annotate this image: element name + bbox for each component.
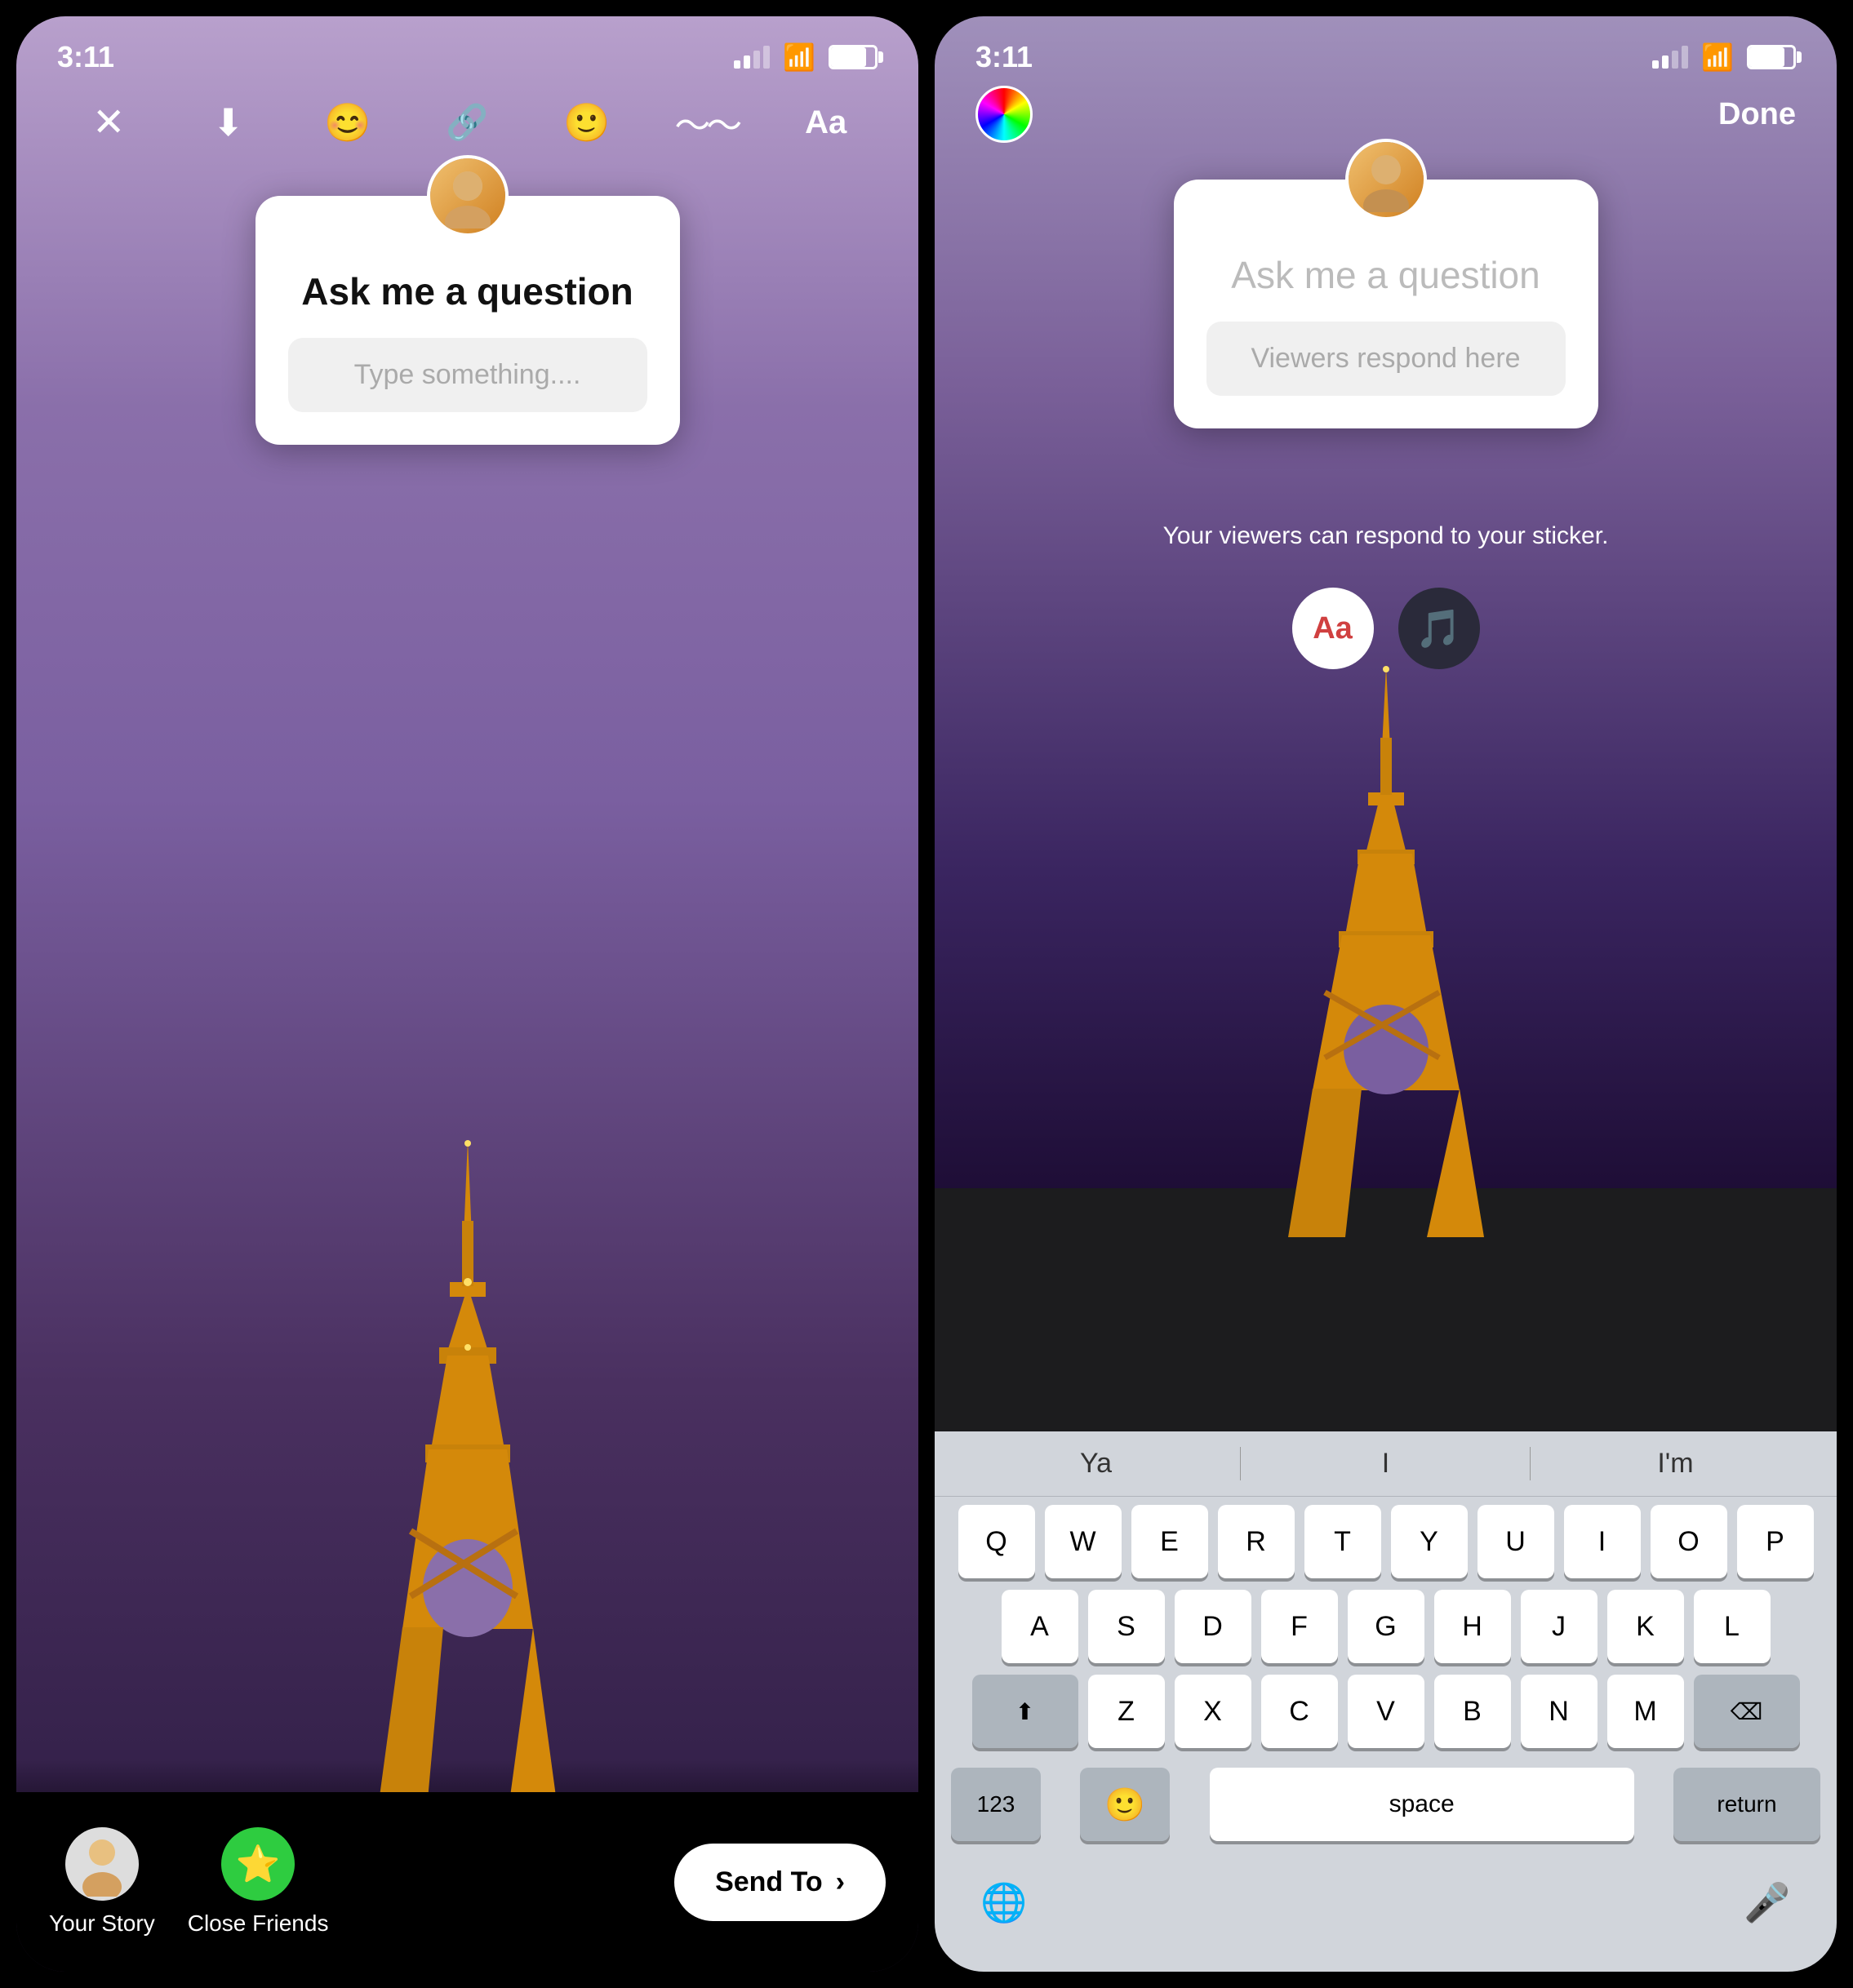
key-M[interactable]: M — [1607, 1675, 1684, 1748]
status-icons-left: 📶 — [734, 42, 878, 73]
key-L[interactable]: L — [1694, 1590, 1771, 1663]
autocomplete-word-2[interactable]: I — [1241, 1440, 1531, 1488]
key-Y[interactable]: Y — [1391, 1505, 1468, 1578]
text-style-button[interactable]: Aa — [1292, 588, 1374, 669]
emoji-add-button[interactable]: 😊 — [318, 93, 377, 152]
autocomplete-word-1[interactable]: Ya — [951, 1440, 1241, 1488]
close-button[interactable]: ✕ — [79, 93, 138, 152]
toolbar-right: Done — [935, 73, 1837, 155]
close-friends-icon: ⭐ — [221, 1827, 295, 1901]
wifi-icon-right: 📶 — [1701, 42, 1734, 73]
music-icon: 🎵 — [1415, 606, 1462, 651]
key-B[interactable]: B — [1434, 1675, 1511, 1748]
key-E[interactable]: E — [1131, 1505, 1208, 1578]
done-button[interactable]: Done — [1718, 97, 1796, 132]
keyboard: Ya I I'm Q W E R T Y U I O P — [935, 1431, 1837, 1972]
question-input-field[interactable]: Type something.... — [288, 338, 647, 412]
key-Q[interactable]: Q — [958, 1505, 1035, 1578]
key-row-3: ⬆ Z X C V B N M ⌫ — [941, 1675, 1830, 1748]
key-N[interactable]: N — [1521, 1675, 1597, 1748]
shift-key[interactable]: ⬆ — [972, 1675, 1078, 1748]
question-title: Ask me a question — [288, 269, 647, 313]
close-friends-label: Close Friends — [188, 1910, 329, 1937]
key-K[interactable]: K — [1607, 1590, 1684, 1663]
question-title-right: Ask me a question — [1206, 253, 1566, 297]
key-row-1: Q W E R T Y U I O P — [941, 1505, 1830, 1578]
user-avatar — [427, 155, 509, 237]
key-O[interactable]: O — [1651, 1505, 1727, 1578]
key-W[interactable]: W — [1045, 1505, 1122, 1578]
numbers-key[interactable]: 123 — [951, 1768, 1041, 1841]
story-options: Your Story ⭐ Close Friends — [49, 1827, 674, 1937]
key-U[interactable]: U — [1478, 1505, 1554, 1578]
bottom-bar-left: Your Story ⭐ Close Friends Send To › — [16, 1792, 918, 1972]
color-picker-button[interactable] — [975, 86, 1033, 143]
key-A[interactable]: A — [1002, 1590, 1078, 1663]
autocomplete-bar: Ya I I'm — [935, 1431, 1837, 1497]
text-button[interactable]: Aa — [797, 93, 855, 152]
close-friends-option[interactable]: ⭐ Close Friends — [188, 1827, 329, 1937]
key-Z[interactable]: Z — [1088, 1675, 1165, 1748]
your-story-label: Your Story — [49, 1910, 155, 1937]
key-T[interactable]: T — [1304, 1505, 1381, 1578]
space-key[interactable]: space — [1210, 1768, 1634, 1841]
battery-icon-right — [1747, 45, 1796, 69]
eiffel-tower-image — [353, 1139, 582, 1808]
keyboard-bottom-row: 123 🙂 space return — [935, 1759, 1837, 1857]
draw-button[interactable]: 〜〜 — [677, 93, 735, 152]
status-icons-right: 📶 — [1652, 42, 1796, 73]
screen-left: 3:11 📶 ✕ ⬇ 😊 🔗 — [16, 16, 918, 1972]
microphone-key[interactable]: 🎤 — [1722, 1866, 1812, 1939]
status-bar-left: 3:11 📶 — [16, 16, 918, 82]
delete-key[interactable]: ⌫ — [1694, 1675, 1800, 1748]
download-button[interactable]: ⬇ — [199, 93, 258, 152]
viewer-info-text: Your viewers can respond to your sticker… — [1163, 522, 1609, 550]
eiffel-tower-right — [1280, 666, 1492, 1237]
key-D[interactable]: D — [1175, 1590, 1251, 1663]
viewers-respond-input[interactable]: Viewers respond here — [1206, 322, 1566, 396]
globe-key[interactable]: 🌐 — [959, 1866, 1049, 1939]
key-F[interactable]: F — [1261, 1590, 1338, 1663]
return-key[interactable]: return — [1673, 1768, 1820, 1841]
status-bar-right: 3:11 📶 — [935, 16, 1837, 82]
key-S[interactable]: S — [1088, 1590, 1165, 1663]
screen-right: 3:11 📶 Done — [935, 16, 1837, 1972]
send-to-button[interactable]: Send To › — [674, 1844, 886, 1921]
music-button[interactable]: 🎵 — [1398, 588, 1480, 669]
question-sticker-card[interactable]: Ask me a question Type something.... — [256, 196, 680, 445]
time-right: 3:11 — [975, 40, 1033, 74]
chevron-right-icon: › — [836, 1866, 845, 1898]
your-story-icon — [65, 1827, 139, 1901]
key-rows: Q W E R T Y U I O P A S D F G — [935, 1497, 1837, 1748]
battery-icon — [829, 45, 878, 69]
wifi-icon: 📶 — [783, 42, 815, 73]
key-V[interactable]: V — [1348, 1675, 1424, 1748]
toolbar-left: ✕ ⬇ 😊 🔗 🙂 〜〜 Aa — [16, 82, 918, 163]
autocomplete-word-3[interactable]: I'm — [1531, 1440, 1820, 1488]
avatar-image — [430, 158, 505, 233]
your-story-option[interactable]: Your Story — [49, 1827, 155, 1937]
sticker-button[interactable]: 🙂 — [558, 93, 616, 152]
key-J[interactable]: J — [1521, 1590, 1597, 1663]
key-I[interactable]: I — [1564, 1505, 1641, 1578]
key-C[interactable]: C — [1261, 1675, 1338, 1748]
key-R[interactable]: R — [1218, 1505, 1295, 1578]
link-button[interactable]: 🔗 — [438, 93, 496, 152]
key-H[interactable]: H — [1434, 1590, 1511, 1663]
bottom-input-row: 🌐 🎤 — [935, 1857, 1837, 1972]
time-left: 3:11 — [57, 40, 114, 74]
key-row-2: A S D F G H J K L — [941, 1590, 1830, 1663]
key-P[interactable]: P — [1737, 1505, 1814, 1578]
signal-icon-right — [1652, 46, 1688, 69]
emoji-key[interactable]: 🙂 — [1080, 1768, 1170, 1841]
question-sticker-card-right[interactable]: Ask me a question Viewers respond here — [1174, 180, 1598, 428]
signal-icon — [734, 46, 770, 69]
sticker-tools: Aa 🎵 — [1292, 588, 1480, 669]
key-G[interactable]: G — [1348, 1590, 1424, 1663]
key-X[interactable]: X — [1175, 1675, 1251, 1748]
